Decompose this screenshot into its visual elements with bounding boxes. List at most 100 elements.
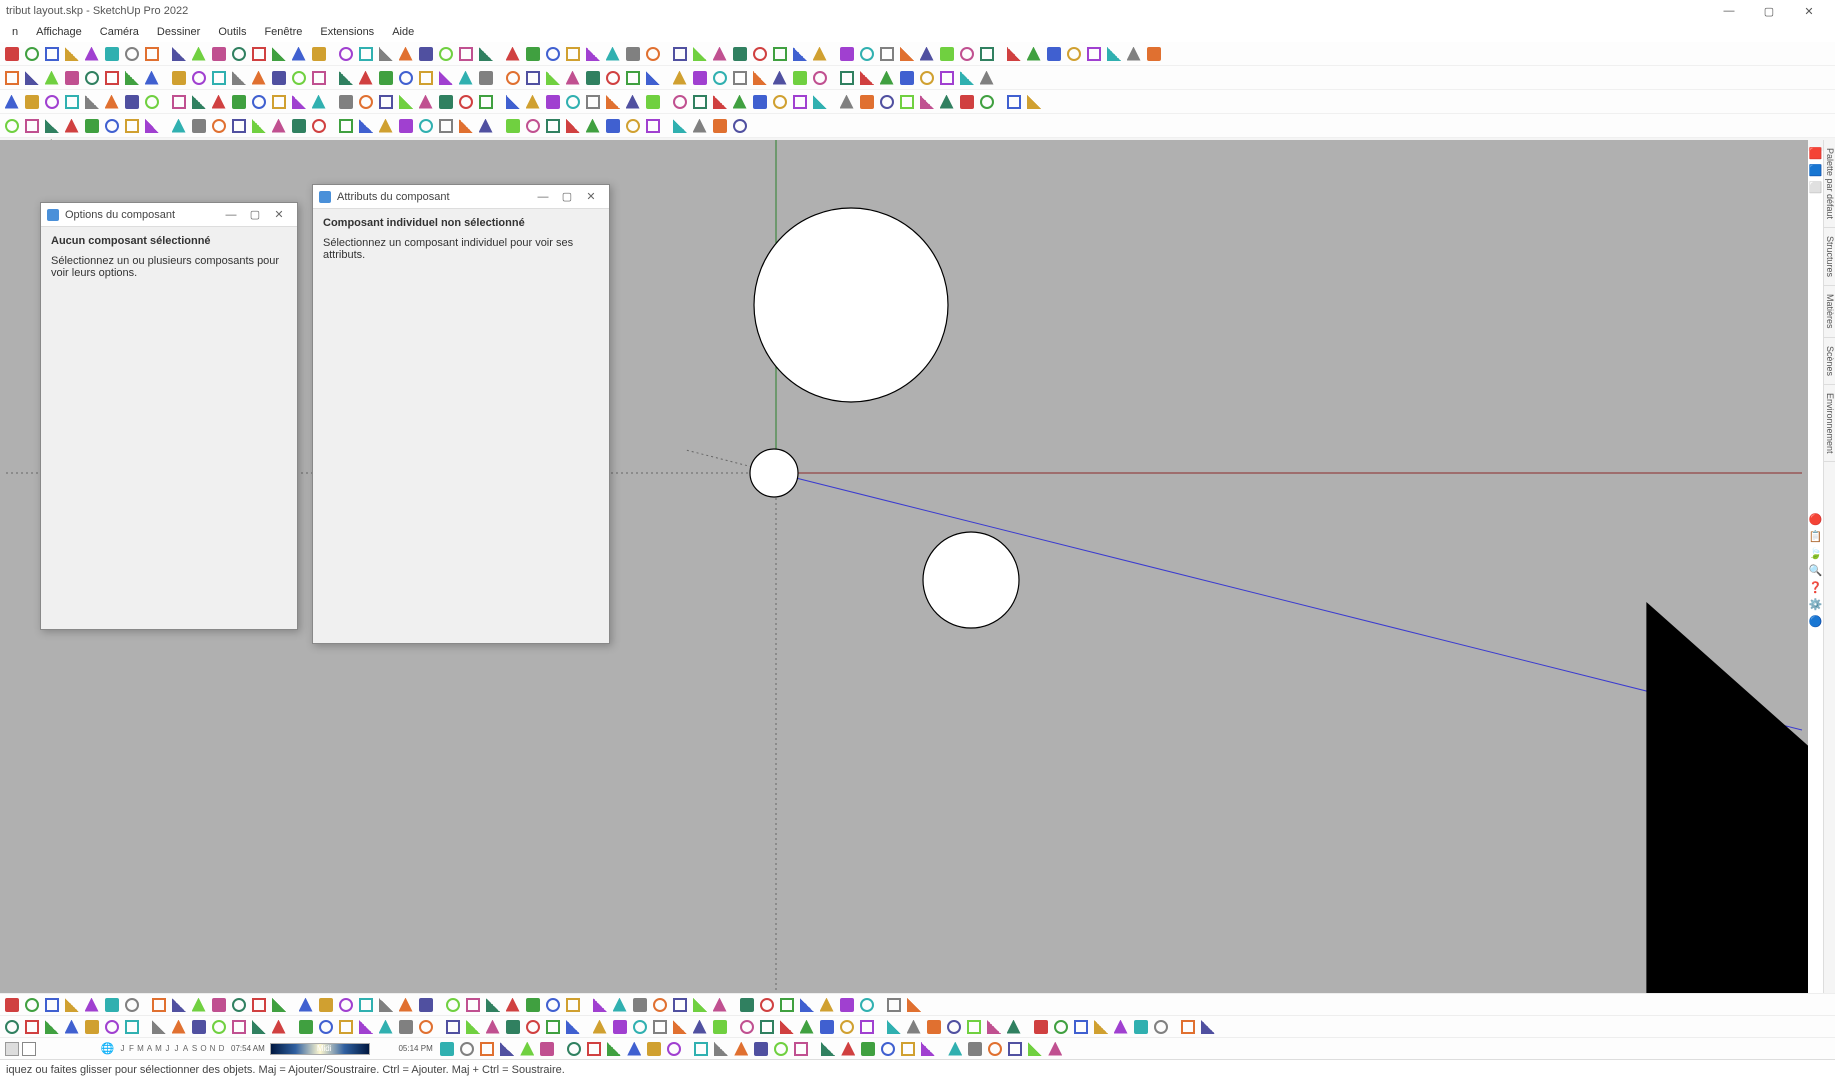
tool-icon[interactable] [643, 116, 662, 135]
tool-icon[interactable] [543, 995, 562, 1014]
tool-icon[interactable] [356, 68, 375, 87]
tool-icon[interactable] [837, 68, 856, 87]
tool-icon[interactable] [456, 68, 475, 87]
tool-icon[interactable] [770, 44, 789, 63]
tool-icon[interactable] [772, 1039, 791, 1058]
tool-icon[interactable] [977, 92, 996, 111]
tool-icon[interactable] [376, 1017, 395, 1036]
tool-icon[interactable] [229, 92, 248, 111]
tool-icon[interactable] [643, 68, 662, 87]
tool-icon[interactable] [583, 92, 602, 111]
tool-icon[interactable] [503, 1017, 522, 1036]
circle-medium[interactable] [923, 532, 1019, 628]
tool-icon[interactable] [269, 92, 288, 111]
tool-icon[interactable] [102, 44, 121, 63]
tool-icon[interactable] [737, 995, 756, 1014]
tool-icon[interactable] [169, 1017, 188, 1036]
tool-icon[interactable] [336, 995, 355, 1014]
tool-icon[interactable] [2, 116, 21, 135]
tool-icon[interactable] [1151, 1017, 1170, 1036]
tool-icon[interactable] [42, 44, 61, 63]
tool-icon[interactable] [376, 44, 395, 63]
tool-icon[interactable] [309, 68, 328, 87]
tool-icon[interactable] [376, 995, 395, 1014]
tool-icon[interactable] [752, 1039, 771, 1058]
tool-icon[interactable] [483, 1017, 502, 1036]
tool-icon[interactable] [396, 92, 415, 111]
tool-icon[interactable] [1131, 1017, 1150, 1036]
tool-icon[interactable] [770, 92, 789, 111]
tool-icon[interactable] [22, 92, 41, 111]
tool-icon[interactable] [142, 44, 161, 63]
tool-icon[interactable] [1144, 44, 1163, 63]
tool-icon[interactable] [456, 116, 475, 135]
tool-icon[interactable] [189, 68, 208, 87]
tool-icon[interactable] [1024, 44, 1043, 63]
tool-icon[interactable] [797, 1017, 816, 1036]
side-icon[interactable]: 🔴 [1808, 512, 1823, 527]
tool-icon[interactable] [585, 1039, 604, 1058]
tool-icon[interactable] [122, 1017, 141, 1036]
tool-icon[interactable] [837, 44, 856, 63]
tool-icon[interactable] [670, 116, 689, 135]
tool-icon[interactable] [543, 116, 562, 135]
tool-icon[interactable] [518, 1039, 537, 1058]
tool-icon[interactable] [2, 995, 21, 1014]
tool-icon[interactable] [249, 92, 268, 111]
tool-icon[interactable] [82, 68, 101, 87]
tool-icon[interactable] [122, 995, 141, 1014]
tool-icon[interactable] [630, 995, 649, 1014]
side-icon[interactable]: ⬜ [1808, 180, 1823, 195]
tool-icon[interactable] [690, 68, 709, 87]
tool-icon[interactable] [966, 1039, 985, 1058]
tool-icon[interactable] [189, 1017, 208, 1036]
tool-icon[interactable] [463, 1017, 482, 1036]
tool-icon[interactable] [82, 995, 101, 1014]
tool-icon[interactable] [289, 68, 308, 87]
tool-icon[interactable] [817, 1017, 836, 1036]
tool-icon[interactable] [443, 1017, 462, 1036]
tool-icon[interactable] [396, 44, 415, 63]
tool-icon[interactable] [917, 92, 936, 111]
tool-icon[interactable] [543, 44, 562, 63]
tool-icon[interactable] [463, 995, 482, 1014]
tool-icon[interactable] [730, 44, 749, 63]
tool-icon[interactable] [603, 68, 622, 87]
tool-icon[interactable] [630, 1017, 649, 1036]
tool-icon[interactable] [436, 116, 455, 135]
tool-icon[interactable] [523, 68, 542, 87]
tool-icon[interactable] [810, 68, 829, 87]
tool-icon[interactable] [22, 44, 41, 63]
tool-icon[interactable] [142, 116, 161, 135]
tool-icon[interactable] [169, 116, 188, 135]
side-icon[interactable]: 🟥 [1808, 146, 1823, 161]
tool-icon[interactable] [937, 92, 956, 111]
tool-icon[interactable] [309, 92, 328, 111]
tray-structures[interactable]: Structures [1824, 228, 1835, 286]
tool-icon[interactable] [249, 995, 268, 1014]
tool-icon[interactable] [603, 92, 622, 111]
tool-icon[interactable] [189, 44, 208, 63]
tool-icon[interactable] [957, 44, 976, 63]
tool-icon[interactable] [396, 116, 415, 135]
tool-icon[interactable] [563, 995, 582, 1014]
tool-icon[interactable] [229, 1017, 248, 1036]
tool-icon[interactable] [917, 68, 936, 87]
tool-icon[interactable] [643, 92, 662, 111]
tool-icon[interactable] [665, 1039, 684, 1058]
tool-icon[interactable] [356, 44, 375, 63]
tool-icon[interactable] [790, 92, 809, 111]
tool-icon[interactable] [269, 68, 288, 87]
tool-icon[interactable] [610, 995, 629, 1014]
tool-icon[interactable] [456, 92, 475, 111]
tool-icon[interactable] [122, 116, 141, 135]
tool-icon[interactable] [884, 995, 903, 1014]
tool-icon[interactable] [2, 1017, 21, 1036]
tool-icon[interactable] [458, 1039, 477, 1058]
tool-icon[interactable] [336, 44, 355, 63]
tool-icon[interactable] [1024, 92, 1043, 111]
tool-icon[interactable] [316, 995, 335, 1014]
tool-icon[interactable] [2, 92, 21, 111]
menu-edit[interactable]: n [4, 24, 26, 40]
tool-icon[interactable] [249, 68, 268, 87]
